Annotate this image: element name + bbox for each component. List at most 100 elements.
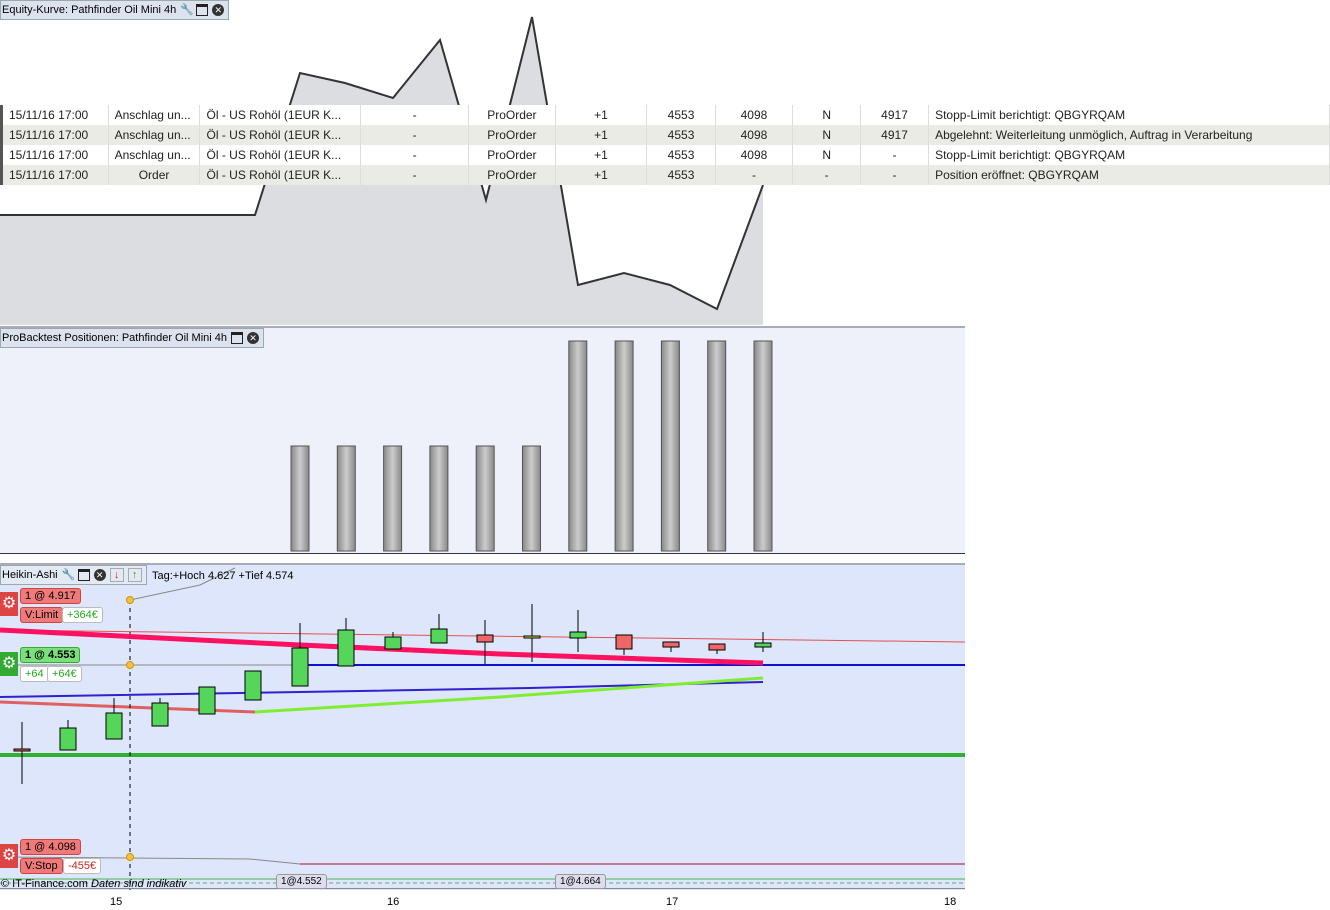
close-icon[interactable]: ✕	[93, 569, 106, 581]
table-cell: 15/11/16 17:00	[1, 125, 109, 145]
table-cell: 4917	[860, 125, 930, 145]
axis-tick: 15	[110, 896, 123, 908]
window-icon[interactable]	[231, 332, 244, 344]
candle-body	[523, 635, 541, 639]
position-bar	[753, 340, 773, 552]
candle-body	[198, 686, 216, 715]
time-axis: 15 16 17 18	[0, 888, 965, 910]
table-cell: N	[792, 145, 861, 165]
candle-body	[244, 670, 262, 701]
position-bar	[614, 340, 634, 552]
table-cell: -	[360, 165, 470, 185]
table-cell: Anschlag un...	[108, 125, 201, 145]
equity-panel-header: Equity-Kurve: Pathfinder Oil Mini 4h 🔧 ✕	[0, 0, 230, 20]
moving-average-blue	[0, 681, 764, 698]
wrench-icon[interactable]: 🔧	[180, 4, 194, 16]
entry-points: +64	[20, 666, 49, 682]
table-cell: 15/11/16 17:00	[1, 145, 109, 165]
table-cell: -	[360, 145, 470, 165]
table-cell: +1	[555, 145, 648, 165]
candle-body	[151, 702, 169, 727]
limit-order-label[interactable]: 1 @ 4.917	[20, 588, 81, 604]
table-cell: 4917	[860, 105, 930, 125]
table-row[interactable]: 15/11/16 17:00 Anschlag un... Öl - US Rohö…	[1, 145, 1330, 165]
table-cell: ProOrder	[468, 145, 556, 165]
table-cell: N	[792, 105, 861, 125]
table-cell: Abgelehnt: Weiterleitung unmöglich, Auft…	[928, 125, 1330, 145]
table-cell: +1	[555, 105, 648, 125]
candle-body	[430, 628, 448, 644]
table-cell: +1	[555, 125, 648, 145]
table-cell: -	[715, 165, 794, 185]
wrench-icon[interactable]: 🔧	[62, 569, 76, 581]
orders-table: 15/11/16 17:00 Anschlag un... Öl - US Rohö…	[0, 105, 1330, 185]
table-cell: Stopp-Limit berichtigt: QBGYRQAM	[928, 105, 1330, 125]
positions-chart	[290, 340, 773, 552]
candle-body	[615, 634, 633, 650]
table-cell: 4098	[715, 145, 794, 165]
fill-label: 1@4.664	[555, 874, 606, 889]
table-cell: Öl - US Rohöl (1EUR K...	[199, 165, 362, 185]
table-cell: ProOrder	[468, 165, 556, 185]
candle-body	[476, 634, 494, 643]
table-row[interactable]: 15/11/16 17:00 Anschlag un... Öl - US Rohö…	[1, 125, 1330, 145]
table-cell: 4553	[646, 125, 716, 145]
table-cell: -	[360, 105, 470, 125]
heikin-panel-title: Heikin-Ashi	[2, 569, 58, 581]
window-icon[interactable]	[77, 569, 90, 581]
arrow-down-icon[interactable]: ↓	[109, 568, 124, 582]
candle-body	[59, 727, 77, 751]
equity-panel-title: Equity-Kurve: Pathfinder Oil Mini 4h	[2, 4, 177, 16]
position-bar	[568, 340, 588, 552]
close-icon[interactable]: ✕	[212, 4, 225, 16]
gear-icon[interactable]: ⚙	[0, 592, 18, 616]
position-bar	[336, 445, 356, 552]
table-cell: 15/11/16 17:00	[1, 105, 109, 125]
table-cell: Order	[108, 165, 201, 185]
table-cell: 4098	[715, 125, 794, 145]
moving-average-green-segment	[254, 676, 764, 714]
position-bar	[290, 445, 310, 552]
table-cell: -	[860, 165, 930, 185]
candle-body	[105, 712, 123, 740]
table-row[interactable]: 15/11/16 17:00 Anschlag un... Öl - US Rohö…	[1, 105, 1330, 125]
table-cell: 4553	[646, 105, 716, 125]
table-cell: N	[792, 125, 861, 145]
arrow-up-icon[interactable]: ↑	[127, 568, 142, 582]
fill-label: 1@4.552	[276, 874, 327, 889]
table-row[interactable]: 15/11/16 17:00 Order Öl - US Rohöl (1EUR K…	[1, 165, 1330, 185]
table-cell: Position eröffnet: QBGYRQAM	[928, 165, 1330, 185]
positions-panel: ProBacktest Positionen: Pathfinder Oil M…	[0, 328, 965, 554]
copyright: © IT-Finance.com Daten sind indikativ	[1, 878, 187, 890]
table-cell: +1	[555, 165, 648, 185]
disclaimer: Daten sind indikativ	[91, 878, 187, 890]
positions-panel-header: ProBacktest Positionen: Pathfinder Oil M…	[0, 328, 265, 348]
axis-tick: 17	[666, 896, 679, 908]
moving-average-red-segment	[0, 700, 256, 714]
table-cell: ProOrder	[468, 105, 556, 125]
entry-order-label[interactable]: 1 @ 4.553	[20, 647, 81, 663]
close-icon[interactable]: ✕	[247, 332, 260, 344]
candle-body	[754, 642, 772, 648]
candle-body	[291, 647, 309, 687]
position-bar	[475, 445, 495, 552]
axis-tick: 16	[387, 896, 400, 908]
table-cell: Anschlag un...	[108, 145, 201, 165]
table-cell: Stopp-Limit berichtigt: QBGYRQAM	[928, 145, 1330, 165]
candle-body	[384, 636, 402, 650]
candle-body	[662, 641, 680, 648]
window-icon[interactable]	[196, 4, 209, 16]
table-cell: -	[860, 145, 930, 165]
stop-order-label[interactable]: 1 @ 4.098	[20, 839, 81, 855]
candle-body	[569, 631, 587, 639]
limit-pnl: +364€	[62, 607, 103, 623]
position-bar	[383, 445, 403, 552]
stop-pnl: -455€	[63, 858, 102, 874]
table-cell: Öl - US Rohöl (1EUR K...	[199, 125, 362, 145]
anchor-handle	[126, 596, 134, 604]
table-cell: 4553	[646, 165, 716, 185]
table-cell: 4098	[715, 105, 794, 125]
heikin-ashi-panel: Heikin-Ashi 🔧 ✕ ↓ ↑ Tag:+Hoch 4.627 +Tie…	[0, 563, 965, 890]
gear-icon[interactable]: ⚙	[0, 652, 18, 676]
gear-icon[interactable]: ⚙	[0, 844, 18, 868]
